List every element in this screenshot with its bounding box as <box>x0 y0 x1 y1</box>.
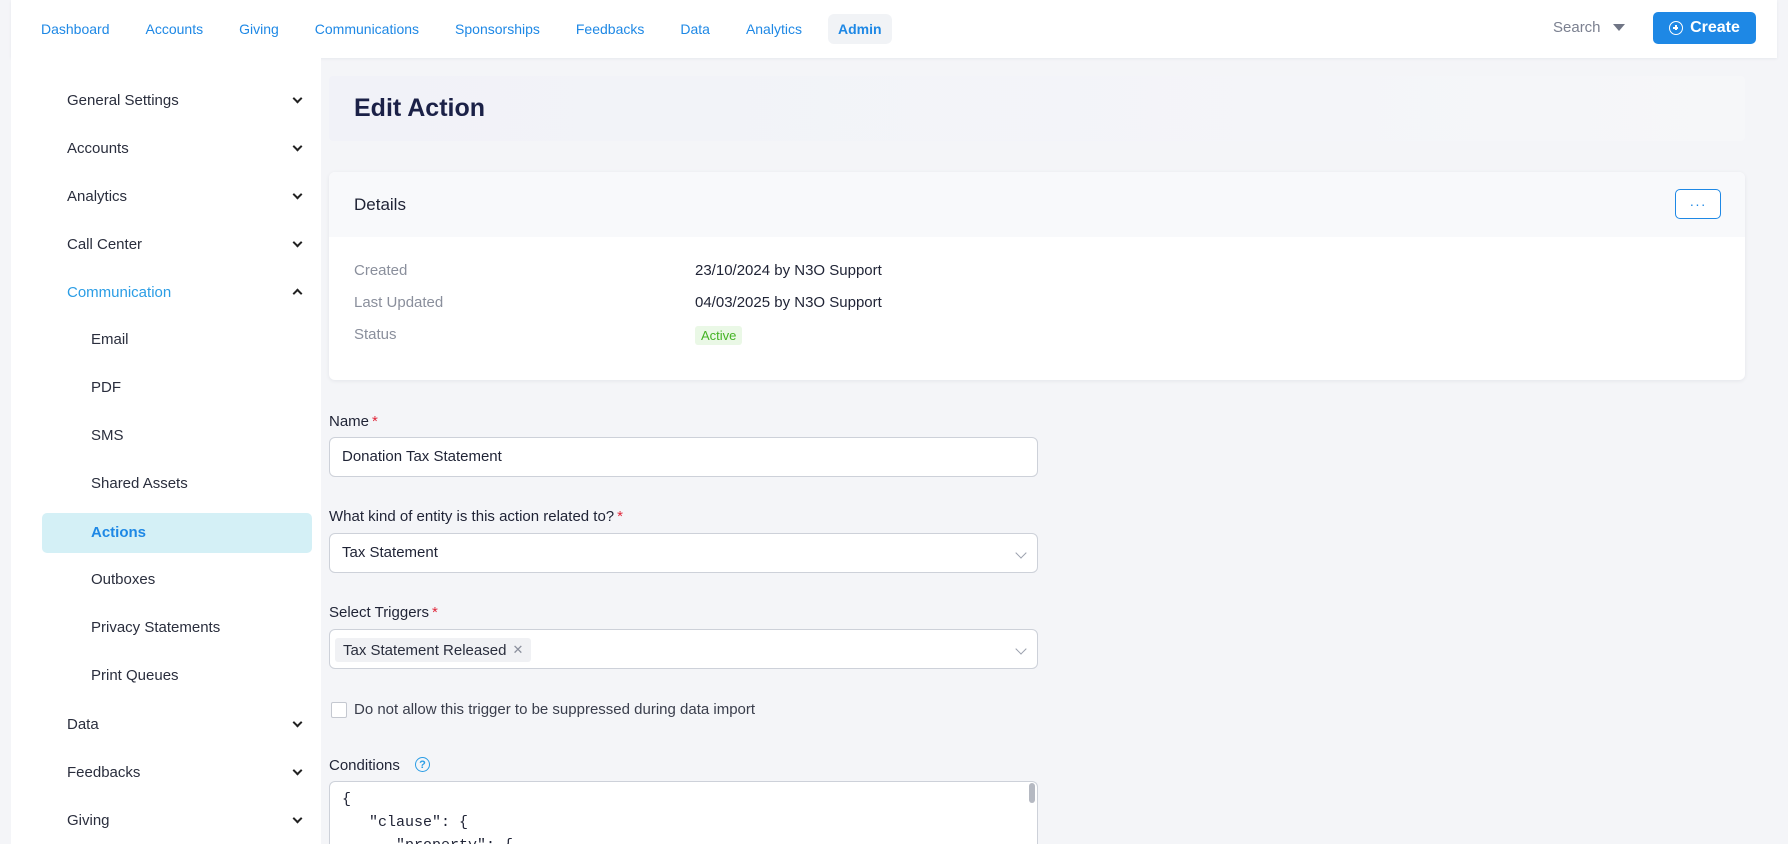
sidebar-subitem-shared-assets[interactable]: Shared Assets <box>91 472 188 496</box>
sidebar-item-label: Analytics <box>67 187 128 205</box>
create-button-label: Create <box>1690 19 1740 36</box>
sidebar-subitem-outboxes[interactable]: Outboxes <box>91 568 155 592</box>
sidebar-subitem-pdf[interactable]: PDF <box>91 376 121 400</box>
code-editor-scrollbar[interactable] <box>1029 783 1035 803</box>
last-updated-value: 04/03/2025 by N3O Support <box>695 294 882 311</box>
trigger-tag-label: Tax Statement Released <box>343 641 507 659</box>
close-icon[interactable]: ✕ <box>512 642 523 658</box>
conditions-field-label: Conditions <box>329 757 400 774</box>
help-icon[interactable]: ? <box>415 757 430 772</box>
triggers-multiselect[interactable]: Tax Statement Released ✕ <box>329 629 1038 669</box>
sidebar-item-label: Call Center <box>67 235 143 253</box>
search-dropdown[interactable]: Search <box>1553 19 1625 36</box>
entity-label-text: What kind of entity is this action relat… <box>329 508 615 525</box>
status-badge: Active <box>695 326 743 345</box>
suppress-checkbox-label: Do not allow this trigger to be suppress… <box>354 701 756 718</box>
top-navigation-bar: Dashboard Accounts Giving Communications… <box>11 0 1777 58</box>
sidebar-item-analytics[interactable]: Analytics <box>67 184 307 208</box>
sidebar-item-label: Giving <box>67 811 110 829</box>
last-updated-label: Last Updated <box>354 294 444 311</box>
sidebar-item-call-center[interactable]: Call Center <box>67 232 307 256</box>
sidebar-item-general-settings[interactable]: General Settings <box>67 88 307 112</box>
sidebar-item-feedbacks[interactable]: Feedbacks <box>67 760 307 784</box>
sidebar-item-giving[interactable]: Giving <box>67 808 307 832</box>
required-mark: * <box>617 508 623 525</box>
sidebar-active-highlight <box>42 513 312 553</box>
create-button[interactable]: Create <box>1653 12 1756 44</box>
chevron-down-icon <box>292 189 303 199</box>
sidebar-item-label: Feedbacks <box>67 763 141 781</box>
triggers-label-text: Select Triggers <box>329 604 430 621</box>
entity-select[interactable]: Tax Statement <box>329 533 1038 573</box>
chevron-down-icon <box>292 717 303 727</box>
search-label: Search <box>1553 19 1601 36</box>
required-mark: * <box>432 604 438 621</box>
required-mark: * <box>372 413 378 430</box>
chevron-down-icon <box>292 93 303 103</box>
details-title: Details <box>354 195 406 214</box>
caret-down-icon <box>1612 24 1625 31</box>
page-header: Edit Action <box>329 76 1745 141</box>
nav-feedbacks[interactable]: Feedbacks <box>566 14 654 44</box>
entity-select-value: Tax Statement <box>342 544 438 561</box>
page-title: Edit Action <box>354 94 486 122</box>
chevron-down-icon <box>292 141 303 151</box>
sidebar-subitem-actions[interactable]: Actions <box>91 521 146 545</box>
sidebar-item-label: Communication <box>67 283 172 301</box>
more-options-button[interactable]: ··· <box>1675 189 1721 219</box>
chevron-up-icon <box>292 288 303 299</box>
sidebar-item-label: Accounts <box>67 139 129 157</box>
nav-sponsorships[interactable]: Sponsorships <box>445 14 550 44</box>
details-card-header: Details ··· <box>329 172 1745 237</box>
conditions-code-editor[interactable]: { "clause": { "property": { <box>329 781 1038 844</box>
name-label-text: Name <box>329 413 370 430</box>
sidebar-item-accounts[interactable]: Accounts <box>67 136 307 160</box>
nav-admin[interactable]: Admin <box>827 14 892 44</box>
name-input[interactable]: Donation Tax Statement <box>329 437 1038 477</box>
nav-data[interactable]: Data <box>670 14 720 44</box>
status-label: Status <box>354 326 397 343</box>
main-nav: Dashboard Accounts Giving Communications… <box>31 14 908 44</box>
created-label: Created <box>354 262 408 279</box>
suppress-checkbox[interactable] <box>331 702 347 718</box>
chevron-down-icon <box>1015 643 1027 655</box>
sidebar-item-label: Data <box>67 715 99 733</box>
chevron-down-icon <box>292 813 303 823</box>
sidebar-subitem-email[interactable]: Email <box>91 328 129 352</box>
sidebar-item-communication[interactable]: Communication <box>67 280 307 304</box>
chevron-down-icon <box>292 237 303 247</box>
name-input-value: Donation Tax Statement <box>342 448 502 465</box>
chevron-down-icon <box>1015 547 1027 559</box>
nav-dashboard[interactable]: Dashboard <box>31 14 120 44</box>
chevron-down-icon <box>292 765 303 775</box>
trigger-tag: Tax Statement Released ✕ <box>335 638 532 662</box>
sidebar: General Settings Accounts Analytics Call… <box>11 58 321 844</box>
nav-giving[interactable]: Giving <box>229 14 289 44</box>
sidebar-subitem-privacy-statements[interactable]: Privacy Statements <box>91 616 220 640</box>
sidebar-item-data[interactable]: Data <box>67 712 307 736</box>
nav-communications[interactable]: Communications <box>305 14 429 44</box>
sidebar-subitem-print-queues[interactable]: Print Queues <box>91 664 179 688</box>
nav-analytics[interactable]: Analytics <box>736 14 812 44</box>
name-field-label: Name * <box>329 413 378 430</box>
entity-field-label: What kind of entity is this action relat… <box>329 508 623 525</box>
triggers-field-label: Select Triggers * <box>329 604 438 621</box>
sidebar-subitem-sms[interactable]: SMS <box>91 424 124 448</box>
plus-circle-icon <box>1669 21 1684 35</box>
details-card: Details ··· Created 23/10/2024 by N3O Su… <box>329 172 1745 380</box>
sidebar-item-label: General Settings <box>67 91 179 109</box>
nav-accounts[interactable]: Accounts <box>136 14 214 44</box>
created-value: 23/10/2024 by N3O Support <box>695 262 882 279</box>
